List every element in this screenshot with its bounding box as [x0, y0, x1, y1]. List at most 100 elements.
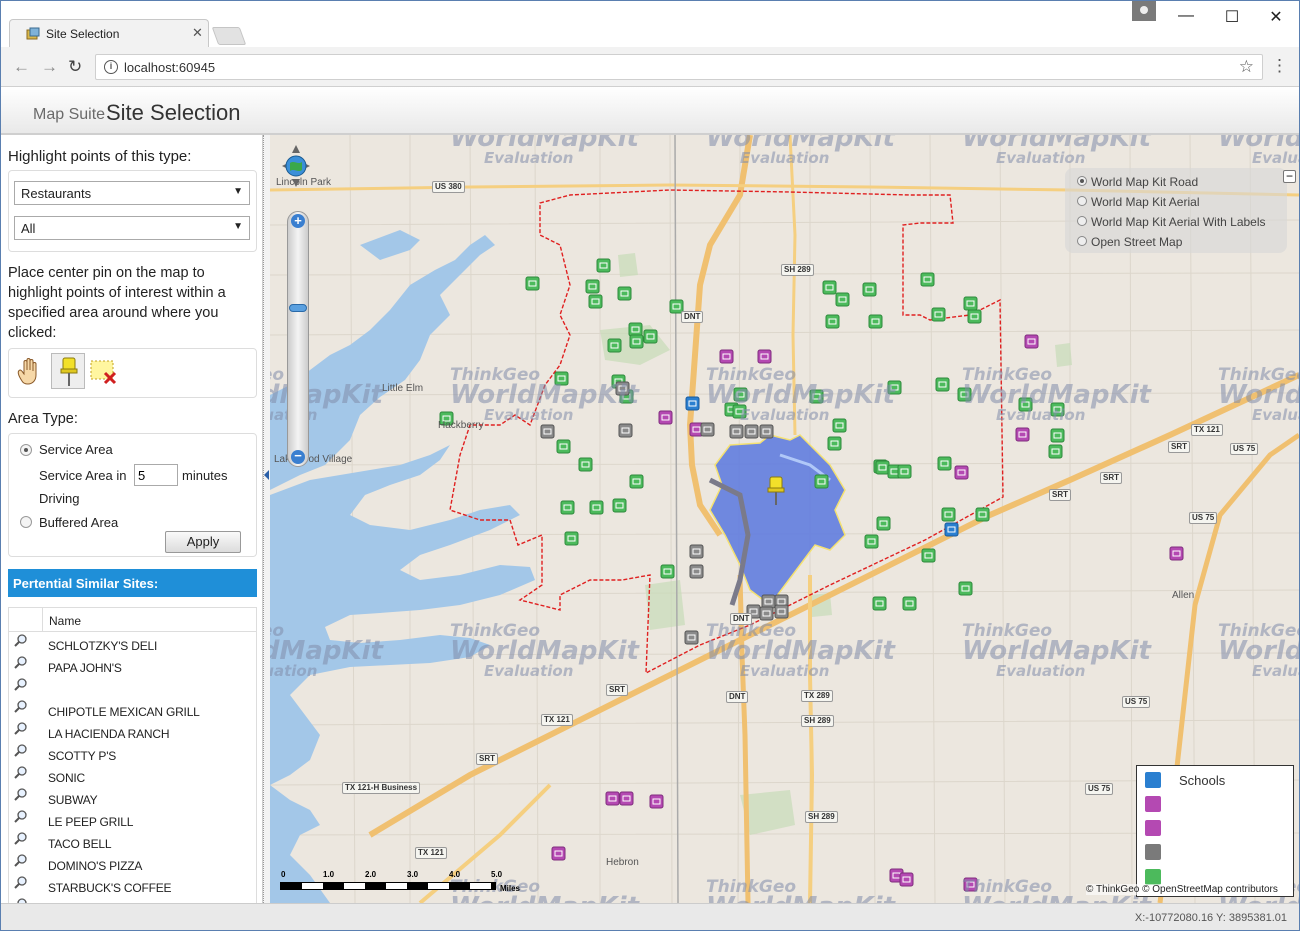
- subtype-select[interactable]: All ▼: [14, 216, 250, 240]
- restroom-icon[interactable]: [618, 423, 633, 438]
- hospital-icon[interactable]: [551, 846, 566, 861]
- restroom-icon[interactable]: [689, 564, 704, 579]
- restaurant-icon[interactable]: [975, 507, 990, 522]
- close-tab-icon[interactable]: ✕: [192, 25, 203, 41]
- pan-hand-icon[interactable]: [14, 355, 44, 387]
- bookmark-star-icon[interactable]: ☆: [1239, 57, 1254, 77]
- restaurant-icon[interactable]: [643, 329, 658, 344]
- restroom-icon[interactable]: [684, 630, 699, 645]
- list-item[interactable]: CHIPOTLE MEXICAN GRILL: [9, 700, 256, 722]
- zoom-to-icon[interactable]: [14, 656, 28, 670]
- hospital-icon[interactable]: [757, 349, 772, 364]
- zoom-to-icon[interactable]: [14, 788, 28, 802]
- layer-option-osm[interactable]: Open Street Map: [1091, 235, 1182, 249]
- school-icon[interactable]: [944, 522, 959, 537]
- restroom-icon[interactable]: [761, 594, 776, 609]
- zoom-to-icon[interactable]: [14, 854, 28, 868]
- restaurant-icon[interactable]: [872, 596, 887, 611]
- panel-splitter[interactable]: [263, 135, 270, 903]
- restaurant-icon[interactable]: [827, 436, 842, 451]
- apply-button[interactable]: Apply: [165, 531, 241, 553]
- restroom-icon[interactable]: [689, 544, 704, 559]
- restaurant-icon[interactable]: [556, 439, 571, 454]
- pushpin-tool-button[interactable]: [51, 353, 85, 389]
- restaurant-icon[interactable]: [607, 338, 622, 353]
- hospital-icon[interactable]: [899, 872, 914, 887]
- restaurant-icon[interactable]: [1048, 444, 1063, 459]
- restaurant-icon[interactable]: [862, 282, 877, 297]
- address-bar[interactable]: i localhost:60945 ☆: [95, 54, 1263, 80]
- minutes-input[interactable]: [134, 464, 178, 486]
- info-icon[interactable]: i: [104, 60, 118, 74]
- restaurant-icon[interactable]: [876, 516, 891, 531]
- grid-column-name[interactable]: Name: [49, 614, 81, 628]
- layer-option-road[interactable]: World Map Kit Road: [1091, 175, 1198, 189]
- profile-icon[interactable]: [1132, 1, 1156, 21]
- zoom-to-icon[interactable]: [14, 766, 28, 780]
- zoom-handle[interactable]: [289, 304, 307, 312]
- hospital-icon[interactable]: [1015, 427, 1030, 442]
- collapse-arrow-icon[interactable]: [264, 470, 269, 480]
- buffered-area-radio[interactable]: [20, 516, 32, 528]
- zoom-to-icon[interactable]: [14, 678, 28, 692]
- restaurant-icon[interactable]: [897, 464, 912, 479]
- restaurant-icon[interactable]: [868, 314, 883, 329]
- list-item[interactable]: SCHLOTZKY'S DELI: [9, 634, 256, 656]
- hospital-icon[interactable]: [1024, 334, 1039, 349]
- hospital-icon[interactable]: [954, 465, 969, 480]
- hospital-icon[interactable]: [605, 791, 620, 806]
- restroom-icon[interactable]: [744, 424, 759, 439]
- restaurant-icon[interactable]: [937, 456, 952, 471]
- layer-radio-aerial[interactable]: [1077, 196, 1087, 206]
- zoom-to-icon[interactable]: [14, 876, 28, 890]
- school-icon[interactable]: [685, 396, 700, 411]
- zoom-to-icon[interactable]: [14, 744, 28, 758]
- list-item[interactable]: [9, 678, 256, 700]
- restaurant-icon[interactable]: [1050, 428, 1065, 443]
- zoom-to-icon[interactable]: [14, 700, 28, 714]
- list-item[interactable]: SUBWAY: [9, 788, 256, 810]
- restaurant-icon[interactable]: [596, 258, 611, 273]
- zoom-to-icon[interactable]: [14, 810, 28, 824]
- restaurant-icon[interactable]: [617, 286, 632, 301]
- restaurant-icon[interactable]: [660, 564, 675, 579]
- restaurant-icon[interactable]: [588, 294, 603, 309]
- list-item[interactable]: STARBUCK'S COFFEE: [9, 876, 256, 898]
- restaurant-icon[interactable]: [967, 309, 982, 324]
- restroom-icon[interactable]: [759, 424, 774, 439]
- restaurant-icon[interactable]: [931, 307, 946, 322]
- hospital-icon[interactable]: [619, 791, 634, 806]
- restaurant-icon[interactable]: [864, 534, 879, 549]
- list-item[interactable]: DOMINO'S PIZZA: [9, 854, 256, 876]
- restaurant-icon[interactable]: [629, 334, 644, 349]
- restaurant-icon[interactable]: [814, 474, 829, 489]
- restaurant-icon[interactable]: [875, 460, 890, 475]
- close-window-button[interactable]: ✕: [1253, 7, 1299, 27]
- restaurant-icon[interactable]: [835, 292, 850, 307]
- restaurant-icon[interactable]: [612, 498, 627, 513]
- clear-selection-icon[interactable]: [89, 355, 119, 387]
- zoom-to-icon[interactable]: [14, 832, 28, 846]
- layer-option-aerial-labels[interactable]: World Map Kit Aerial With Labels: [1091, 215, 1266, 229]
- minimize-button[interactable]: —: [1163, 7, 1209, 25]
- zoom-in-icon[interactable]: +: [291, 214, 305, 228]
- list-item[interactable]: SCOTTY P'S: [9, 744, 256, 766]
- tab-site-selection[interactable]: Site Selection ✕: [9, 19, 209, 47]
- zoom-slider[interactable]: + −: [287, 211, 309, 467]
- hospital-icon[interactable]: [719, 349, 734, 364]
- restroom-icon[interactable]: [540, 424, 555, 439]
- restaurant-icon[interactable]: [629, 474, 644, 489]
- pan-control-icon[interactable]: [280, 143, 312, 189]
- type-select[interactable]: Restaurants ▼: [14, 181, 250, 205]
- restaurant-icon[interactable]: [935, 377, 950, 392]
- hospital-icon[interactable]: [1169, 546, 1184, 561]
- map-view[interactable]: ThinkGeo WorldMapKit Evaluation ThinkGeo Wor…: [270, 135, 1299, 903]
- browser-menu-icon[interactable]: ⋮: [1271, 56, 1288, 76]
- new-tab-button[interactable]: [211, 27, 247, 45]
- restaurant-icon[interactable]: [920, 272, 935, 287]
- layer-radio-aerial-labels[interactable]: [1077, 216, 1087, 226]
- restaurant-icon[interactable]: [628, 322, 643, 337]
- hospital-icon[interactable]: [658, 410, 673, 425]
- zoom-to-icon[interactable]: [14, 634, 28, 648]
- restaurant-icon[interactable]: [578, 457, 593, 472]
